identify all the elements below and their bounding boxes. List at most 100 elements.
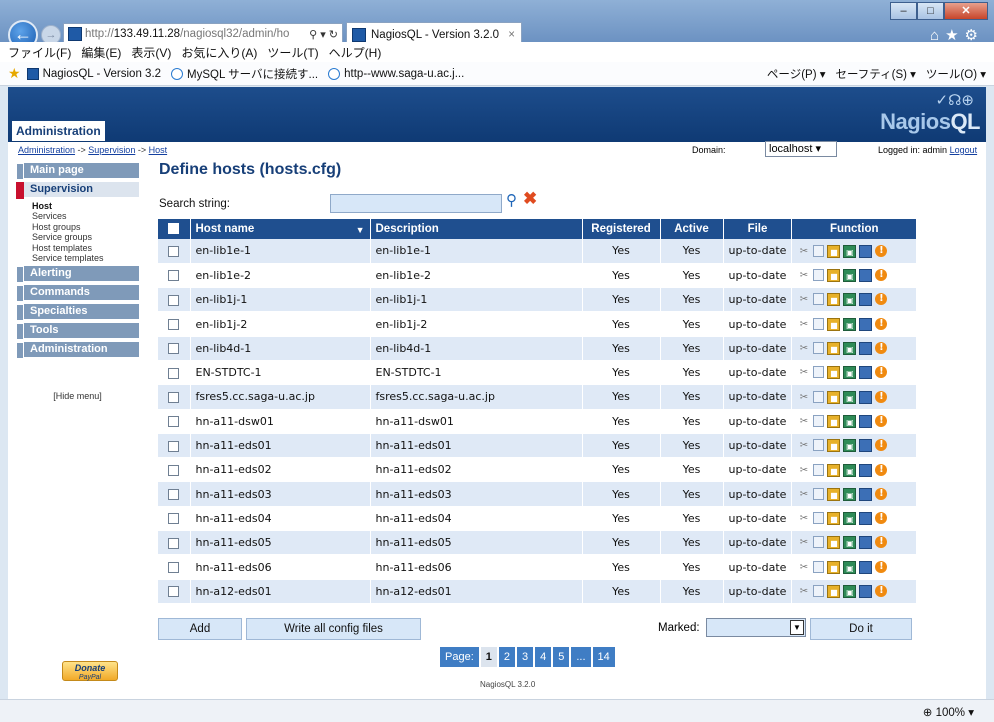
copy-icon[interactable] [813, 269, 825, 282]
sidebar-item-main-page[interactable]: Main page [16, 163, 139, 180]
delete-icon[interactable]: ! [875, 414, 888, 427]
modify-icon[interactable]: ✂ [797, 269, 810, 282]
copy-icon[interactable] [813, 536, 825, 549]
host-name-cell[interactable]: en-lib1j-1 [190, 287, 371, 313]
logout-link[interactable]: Logout [950, 145, 978, 155]
row-checkbox[interactable] [168, 319, 180, 331]
host-name-cell[interactable]: EN-STDTC-1 [190, 360, 371, 386]
test-icon[interactable]: ▣ [843, 560, 857, 574]
info-icon[interactable]: ■ [827, 269, 841, 283]
favorite-item[interactable]: MySQL サーバに接続す... [171, 66, 318, 82]
test-icon[interactable]: ▣ [843, 536, 857, 550]
test-icon[interactable]: ▣ [843, 390, 857, 404]
delete-icon[interactable]: ! [875, 293, 888, 306]
address-tools-icons[interactable]: ⚲ ▾ ↻ [309, 28, 342, 41]
administration-tab[interactable]: Administration [12, 121, 105, 141]
test-icon[interactable]: ▣ [843, 366, 857, 380]
write-config-icon[interactable] [859, 390, 873, 404]
info-icon[interactable]: ■ [827, 585, 841, 599]
clear-search-icon[interactable]: ✖ [523, 189, 537, 209]
write-config-icon[interactable] [859, 414, 873, 428]
copy-icon[interactable] [813, 585, 825, 598]
write-config-icon[interactable] [859, 585, 873, 599]
info-icon[interactable]: ■ [827, 244, 841, 258]
sidebar-sub-host[interactable]: Host [16, 201, 139, 211]
delete-icon[interactable]: ! [875, 269, 888, 282]
info-icon[interactable]: ■ [827, 317, 841, 331]
info-icon[interactable]: ■ [827, 342, 841, 356]
col-registered[interactable]: Registered [582, 219, 661, 239]
info-icon[interactable]: ■ [827, 293, 841, 307]
write-config-icon[interactable] [859, 463, 873, 477]
page-link[interactable]: 2 [498, 647, 515, 667]
donate-button[interactable]: Donate PayPal [62, 661, 118, 681]
menu-help[interactable]: ヘルプ(H) [329, 44, 382, 61]
row-checkbox[interactable] [168, 391, 180, 403]
page-menu[interactable]: ページ(P) ▾ [767, 66, 826, 82]
host-name-cell[interactable]: en-lib1e-2 [190, 263, 371, 289]
host-name-cell[interactable]: en-lib1e-1 [190, 239, 371, 264]
maximize-icon[interactable]: □ [917, 2, 944, 20]
page-link[interactable]: 14 [592, 647, 615, 667]
write-all-config-button[interactable]: Write all config files [246, 618, 421, 640]
sidebar-sub-service-groups[interactable]: Service groups [16, 232, 139, 242]
tools-menu[interactable]: ツール(O) ▾ [926, 66, 986, 82]
copy-icon[interactable] [813, 512, 825, 525]
write-config-icon[interactable] [859, 244, 873, 258]
test-icon[interactable]: ▣ [843, 342, 857, 356]
row-checkbox[interactable] [168, 440, 180, 452]
info-icon[interactable]: ■ [827, 487, 841, 501]
copy-icon[interactable] [813, 414, 825, 427]
select-all-header[interactable] [158, 219, 191, 239]
sidebar-item-supervision[interactable]: Supervision [16, 182, 139, 199]
menu-file[interactable]: ファイル(F) [8, 44, 71, 61]
modify-icon[interactable]: ✂ [797, 464, 810, 477]
breadcrumb-host[interactable]: Host [149, 145, 168, 155]
modify-icon[interactable]: ✂ [797, 585, 810, 598]
select-all-checkbox[interactable] [168, 223, 180, 235]
search-icon[interactable]: ⚲ [506, 191, 517, 209]
row-checkbox[interactable] [168, 270, 180, 282]
info-icon[interactable]: ■ [827, 366, 841, 380]
col-description[interactable]: Description [370, 219, 583, 239]
test-icon[interactable]: ▣ [843, 512, 857, 526]
write-config-icon[interactable] [859, 439, 873, 453]
hide-menu-link[interactable]: [Hide menu] [16, 391, 139, 401]
modify-icon[interactable]: ✂ [797, 293, 810, 306]
host-name-cell[interactable]: en-lib1j-2 [190, 311, 371, 337]
test-icon[interactable]: ▣ [843, 317, 857, 331]
copy-icon[interactable] [813, 342, 825, 355]
col-active[interactable]: Active [660, 219, 724, 239]
host-name-cell[interactable]: hn-a11-eds06 [190, 554, 371, 580]
zoom-control[interactable]: ⊕ 100% ▾ [923, 705, 974, 719]
modify-icon[interactable]: ✂ [797, 512, 810, 525]
modify-icon[interactable]: ✂ [797, 342, 810, 355]
row-checkbox[interactable] [168, 343, 180, 355]
menu-edit[interactable]: 編集(E) [81, 44, 121, 61]
modify-icon[interactable]: ✂ [797, 245, 810, 258]
sidebar-item-administration[interactable]: Administration [16, 342, 139, 360]
copy-icon[interactable] [813, 244, 825, 257]
delete-icon[interactable]: ! [875, 487, 888, 500]
write-config-icon[interactable] [859, 317, 873, 331]
modify-icon[interactable]: ✂ [797, 318, 810, 331]
test-icon[interactable]: ▣ [843, 269, 857, 283]
sidebar-item-tools[interactable]: Tools [16, 323, 139, 341]
page-link[interactable]: 4 [535, 647, 552, 667]
sidebar-sub-host-templates[interactable]: Host templates [16, 243, 139, 253]
host-name-cell[interactable]: hn-a11-eds02 [190, 457, 371, 483]
write-config-icon[interactable] [859, 512, 873, 526]
sidebar-item-commands[interactable]: Commands [16, 285, 139, 303]
breadcrumb-supervision[interactable]: Supervision [88, 145, 135, 155]
row-checkbox[interactable] [168, 464, 180, 476]
delete-icon[interactable]: ! [875, 366, 888, 379]
sidebar-item-alerting[interactable]: Alerting [16, 266, 139, 284]
menu-view[interactable]: 表示(V) [131, 44, 171, 61]
host-name-cell[interactable]: hn-a11-eds01 [190, 433, 371, 459]
favorite-item[interactable]: http--www.saga-u.ac.j... [328, 67, 464, 80]
row-checkbox[interactable] [168, 537, 180, 549]
info-icon[interactable]: ■ [827, 463, 841, 477]
copy-icon[interactable] [813, 439, 825, 452]
add-button[interactable]: Add [158, 618, 242, 640]
close-icon[interactable]: ✕ [944, 2, 988, 20]
